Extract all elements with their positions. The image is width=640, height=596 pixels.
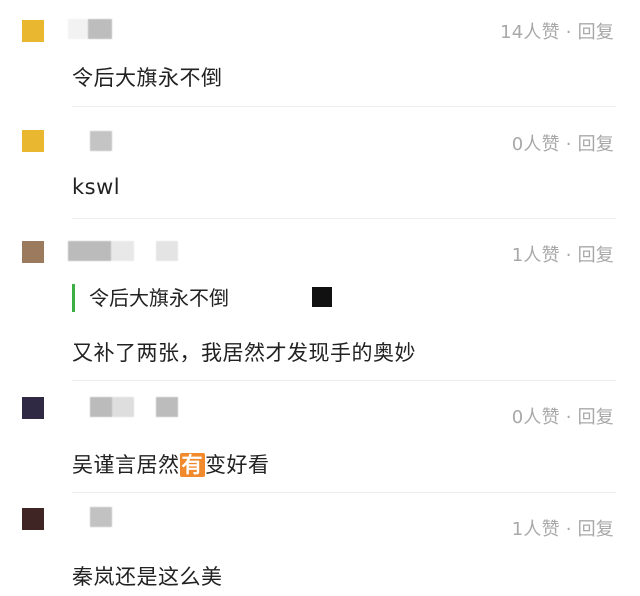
comment-meta: 1人赞 · 回复 [512, 241, 614, 267]
meta-separator: · [565, 134, 572, 155]
highlight-badge: 有 [179, 453, 205, 477]
like-count[interactable]: 1人赞 [512, 245, 560, 266]
username-blurred[interactable] [90, 131, 112, 151]
comment-text: 吴谨言居然有变好看 [72, 449, 270, 479]
avatar[interactable] [22, 20, 44, 42]
comment-meta: 0人赞 · 回复 [512, 403, 614, 429]
username-blurred[interactable] [90, 507, 112, 527]
redacted-block [312, 287, 332, 307]
meta-separator: · [565, 407, 572, 428]
reply-link[interactable]: 回复 [578, 22, 614, 43]
comment-meta: 14人赞 · 回复 [500, 18, 614, 44]
comment-text: kswl [72, 175, 121, 199]
like-count[interactable]: 1人赞 [512, 519, 560, 540]
avatar[interactable] [22, 130, 44, 152]
divider [72, 492, 616, 493]
meta-separator: · [565, 519, 572, 540]
reply-link[interactable]: 回复 [578, 519, 614, 540]
username-blurred[interactable] [90, 397, 134, 417]
comment-text: 秦岚还是这么美 [72, 565, 223, 589]
reply-link[interactable]: 回复 [578, 407, 614, 428]
avatar[interactable] [22, 508, 44, 530]
comment-text: 令后大旗永不倒 [72, 66, 223, 90]
quoted-reply[interactable]: 令后大旗永不倒 [72, 284, 229, 312]
like-count[interactable]: 0人赞 [512, 134, 560, 155]
username-blurred-part [156, 397, 178, 417]
username-blurred-part [156, 241, 178, 261]
comment-meta: 1人赞 · 回复 [512, 515, 614, 541]
like-count[interactable]: 0人赞 [512, 407, 560, 428]
reply-link[interactable]: 回复 [578, 245, 614, 266]
meta-separator: · [565, 22, 572, 43]
divider [72, 218, 616, 219]
divider [72, 106, 616, 107]
comment-text-part: 吴谨言居然 [72, 453, 180, 477]
comment-text-part: 变好看 [205, 453, 270, 477]
comment-meta: 0人赞 · 回复 [512, 130, 614, 156]
reply-link[interactable]: 回复 [578, 134, 614, 155]
username-blurred[interactable] [68, 241, 134, 261]
avatar[interactable] [22, 397, 44, 419]
divider [72, 380, 616, 381]
like-count[interactable]: 14人赞 [500, 22, 560, 43]
username-blurred[interactable] [68, 19, 112, 39]
quoted-text: 令后大旗永不倒 [89, 286, 229, 310]
avatar[interactable] [22, 241, 44, 263]
meta-separator: · [565, 245, 572, 266]
comment-text: 又补了两张，我居然才发现手的奥妙 [72, 341, 416, 365]
